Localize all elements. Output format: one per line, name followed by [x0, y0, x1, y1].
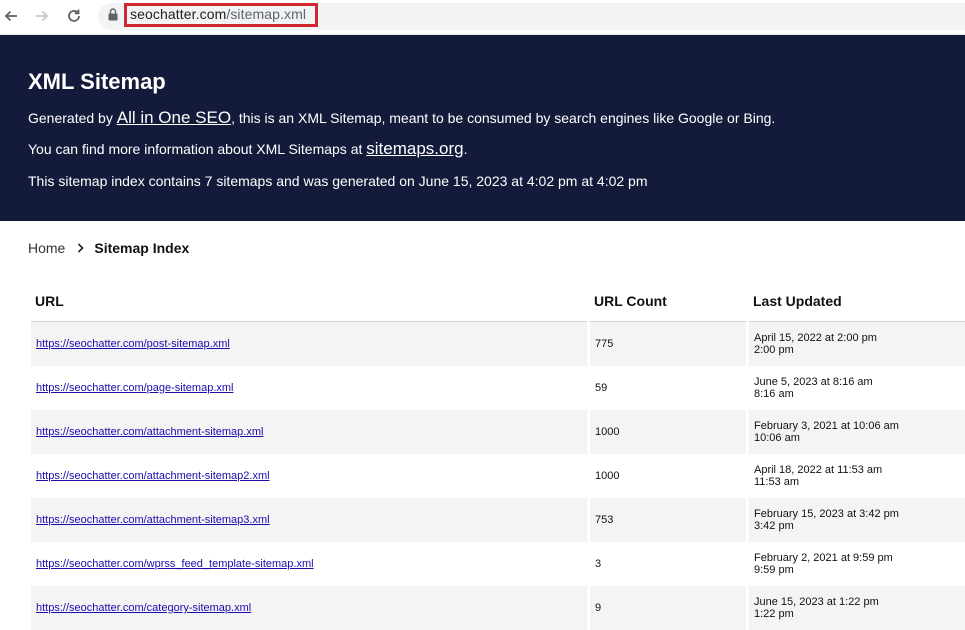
sitemap-table: URL URL Count Last Updated https://seoch…: [28, 280, 965, 630]
table-header-row: URL URL Count Last Updated: [31, 280, 965, 322]
table-row: https://seochatter.com/page-sitemap.xml …: [31, 366, 965, 410]
updated-time: 10:06 am: [754, 432, 800, 444]
updated-time: 3:42 pm: [754, 520, 794, 532]
count-cell: 3: [595, 558, 602, 570]
back-arrow-icon: [4, 10, 17, 22]
table-row: https://seochatter.com/attachment-sitema…: [31, 454, 965, 498]
url-cell: https://seochatter.com/wprss_feed_templa…: [31, 542, 587, 586]
updated-datetime: February 2, 2021 at 9:59 pm: [754, 552, 893, 564]
updated-cell: February 15, 2023 at 3:42 pm 3:42 pm: [749, 498, 965, 542]
count-cell: 1000: [595, 470, 620, 482]
updated-datetime: June 15, 2023 at 1:22 pm: [754, 596, 879, 608]
updated-time: 9:59 pm: [754, 564, 794, 576]
count-cell: 753: [590, 498, 746, 542]
column-header-url[interactable]: URL: [31, 280, 587, 322]
updated-time: 1:22 pm: [754, 608, 794, 620]
back-button[interactable]: [0, 5, 22, 27]
column-header-count[interactable]: URL Count: [590, 280, 746, 322]
reload-icon: [68, 9, 80, 22]
updated-datetime: April 15, 2022 at 2:00 pm: [754, 332, 877, 344]
table-row: https://seochatter.com/post-sitemap.xml …: [31, 322, 965, 366]
url-cell: https://seochatter.com/attachment-sitema…: [31, 410, 587, 454]
url-cell: https://seochatter.com/page-sitemap.xml: [31, 366, 587, 410]
sitemap-link[interactable]: https://seochatter.com/attachment-sitema…: [36, 514, 270, 526]
updated-datetime: February 15, 2023 at 3:42 pm: [754, 508, 899, 520]
table-row: https://seochatter.com/attachment-sitema…: [31, 498, 965, 542]
more-info-line: You can find more information about XML …: [28, 139, 467, 159]
updated-cell: February 2, 2021 at 9:59 pm 9:59 pm: [749, 542, 965, 586]
breadcrumb-home[interactable]: Home: [28, 240, 65, 256]
updated-cell: June 5, 2023 at 8:16 am 8:16 am: [749, 366, 965, 410]
updated-time: 8:16 am: [754, 388, 794, 400]
sitemap-summary-line: This sitemap index contains 7 sitemaps a…: [28, 173, 648, 189]
table-row: https://seochatter.com/category-sitemap.…: [31, 586, 965, 630]
count-cell: 775: [590, 322, 746, 366]
updated-cell: February 3, 2021 at 10:06 am 10:06 am: [749, 410, 965, 454]
column-header-updated[interactable]: Last Updated: [749, 280, 965, 322]
page-title: XML Sitemap: [28, 69, 166, 94]
table-row: https://seochatter.com/attachment-sitema…: [31, 410, 965, 454]
sitemap-link[interactable]: https://seochatter.com/wprss_feed_templa…: [36, 558, 314, 570]
sitemap-link[interactable]: https://seochatter.com/post-sitemap.xml: [36, 338, 230, 350]
count-cell: 9: [590, 586, 746, 630]
updated-cell: April 18, 2022 at 11:53 am 11:53 am: [749, 454, 965, 498]
breadcrumb-current: Sitemap Index: [94, 240, 190, 256]
sitemap-header: XML Sitemap Generated by All in One SEO,…: [0, 35, 965, 221]
breadcrumb: Home Sitemap Index: [28, 240, 189, 256]
forward-button[interactable]: [31, 5, 53, 27]
url-cell: https://seochatter.com/post-sitemap.xml: [31, 322, 587, 366]
forward-arrow-icon: [36, 10, 49, 22]
count-cell: 59: [595, 382, 608, 394]
sitemap-link[interactable]: https://seochatter.com/page-sitemap.xml: [36, 382, 233, 394]
sitemap-link[interactable]: https://seochatter.com/attachment-sitema…: [36, 426, 263, 438]
updated-cell: June 15, 2023 at 1:22 pm 1:22 pm: [749, 586, 965, 630]
updated-time: 2:00 pm: [754, 344, 794, 356]
aioseo-link[interactable]: All in One SEO: [117, 108, 231, 127]
url-highlight-annotation: [124, 3, 318, 27]
chevron-right-icon: [77, 243, 84, 253]
generated-by-prefix: Generated by: [28, 110, 117, 126]
table-row: https://seochatter.com/wprss_feed_templa…: [31, 542, 965, 586]
url-cell: https://seochatter.com/category-sitemap.…: [31, 586, 587, 630]
reload-button[interactable]: [63, 5, 85, 27]
generated-by-line: Generated by All in One SEO, this is an …: [28, 108, 775, 128]
updated-time: 11:53 am: [754, 476, 800, 488]
sitemap-link[interactable]: https://seochatter.com/attachment-sitema…: [36, 470, 270, 482]
updated-datetime: April 18, 2022 at 11:53 am: [754, 464, 883, 476]
more-info-prefix: You can find more information about XML …: [28, 141, 367, 157]
sitemaps-org-link[interactable]: sitemaps.org: [366, 139, 463, 158]
browser-toolbar: seochatter.com/sitemap.xml: [0, 0, 965, 35]
url-cell: https://seochatter.com/attachment-sitema…: [31, 454, 587, 498]
updated-datetime: February 3, 2021 at 10:06 am: [754, 420, 899, 432]
generated-by-suffix: , this is an XML Sitemap, meant to be co…: [231, 110, 776, 126]
updated-cell: April 15, 2022 at 2:00 pm 2:00 pm: [749, 322, 965, 366]
url-cell: https://seochatter.com/attachment-sitema…: [31, 498, 587, 542]
updated-datetime: June 5, 2023 at 8:16 am: [754, 376, 873, 388]
more-info-suffix: .: [463, 141, 468, 157]
sitemap-link[interactable]: https://seochatter.com/category-sitemap.…: [36, 602, 251, 614]
count-cell: 1000: [590, 410, 746, 454]
lock-icon: [108, 8, 118, 21]
